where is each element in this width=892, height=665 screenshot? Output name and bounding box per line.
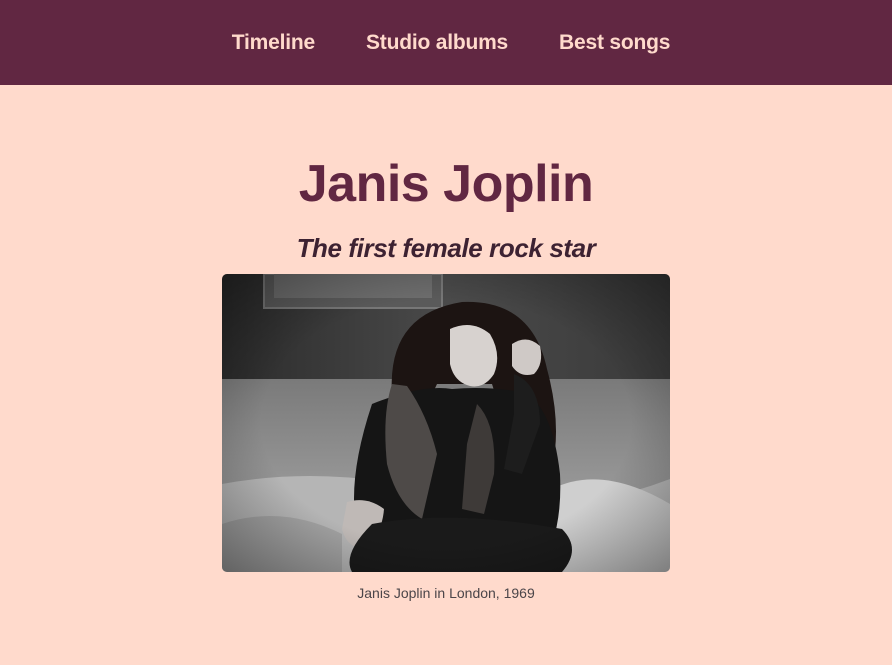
nav-link-best-songs[interactable]: Best songs: [549, 31, 670, 55]
nav-link-timeline[interactable]: Timeline: [222, 31, 315, 55]
main-content: Janis Joplin The first female rock star: [0, 85, 892, 601]
page-subtitle: The first female rock star: [296, 233, 596, 263]
page-title: Janis Joplin: [298, 155, 594, 213]
nav-link-studio-albums[interactable]: Studio albums: [356, 31, 508, 55]
vignette: [222, 274, 670, 572]
top-nav: Timeline Studio albums Best songs: [0, 0, 892, 85]
portrait-photo: [222, 274, 670, 572]
photo-caption: Janis Joplin in London, 1969: [357, 585, 535, 601]
